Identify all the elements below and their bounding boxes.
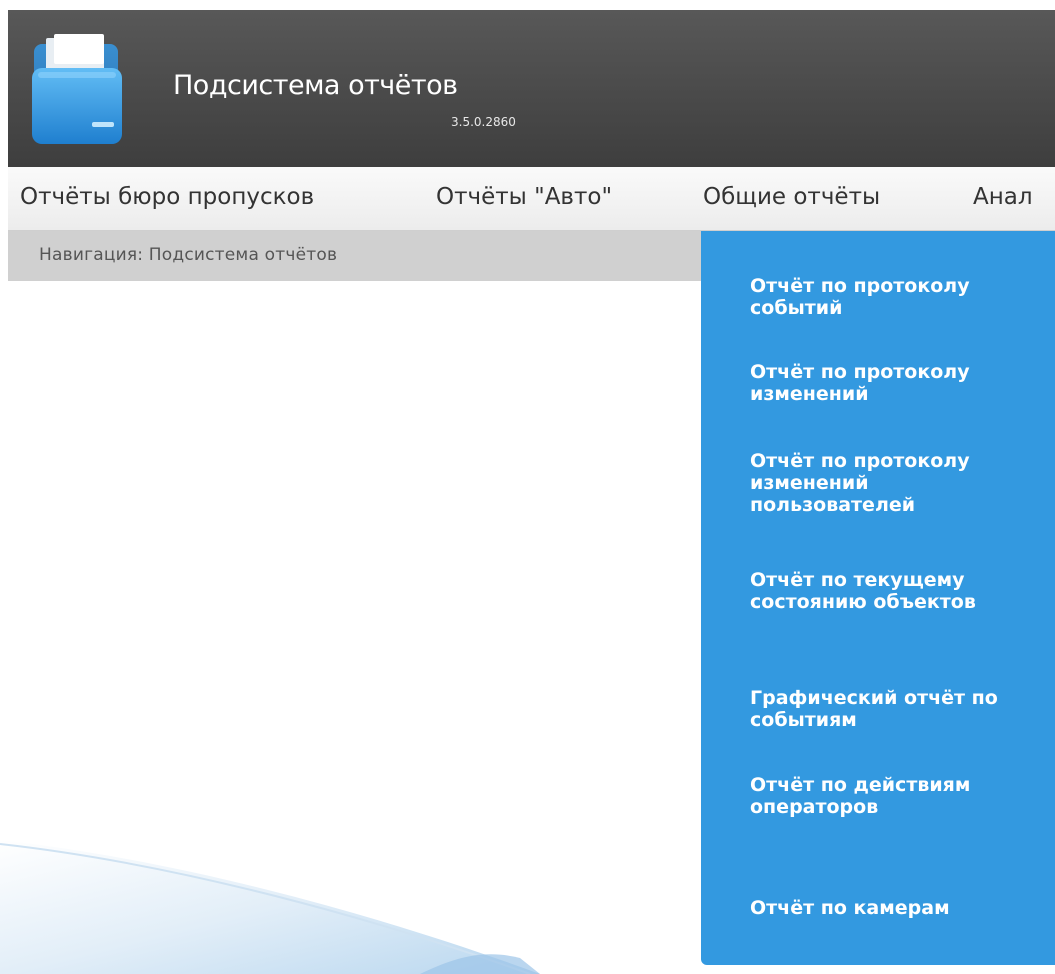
menu-item-analytics[interactable]: Анал — [973, 184, 1033, 210]
dropdown-item-camera-report[interactable]: Отчёт по камерам — [750, 897, 1020, 919]
main-menu: Отчёты бюро пропусков Отчёты "Авто" Общи… — [8, 167, 1055, 231]
menu-item-pass-office-reports[interactable]: Отчёты бюро пропусков — [20, 184, 314, 210]
breadcrumb: Навигация: Подсистема отчётов — [39, 245, 338, 265]
general-reports-dropdown: Отчёт по протоколу событий Отчёт по прот… — [701, 231, 1055, 965]
dropdown-item-change-log-report[interactable]: Отчёт по протоколу изменений — [750, 361, 1020, 405]
menu-item-auto-reports[interactable]: Отчёты "Авто" — [436, 184, 612, 210]
dropdown-item-user-change-log-report[interactable]: Отчёт по протоколу изменений пользовател… — [750, 450, 1020, 516]
dropdown-item-graphic-event-report[interactable]: Графический отчёт по событиям — [750, 687, 1020, 731]
menu-item-general-reports[interactable]: Общие отчёты — [703, 184, 880, 210]
folder-icon — [32, 34, 122, 144]
dropdown-item-object-state-report[interactable]: Отчёт по текущему состоянию объектов — [750, 569, 1020, 613]
app-title: Подсистема отчётов — [173, 70, 458, 101]
dropdown-item-operator-actions-report[interactable]: Отчёт по действиям операторов — [750, 774, 1020, 818]
breadcrumb-bar: Навигация: Подсистема отчётов — [8, 231, 701, 281]
background-decoration — [0, 840, 540, 974]
dropdown-item-event-log-report[interactable]: Отчёт по протоколу событий — [750, 275, 1020, 319]
app-header: Подсистема отчётов 3.5.0.2860 — [8, 10, 1055, 167]
app-version: 3.5.0.2860 — [451, 115, 516, 129]
